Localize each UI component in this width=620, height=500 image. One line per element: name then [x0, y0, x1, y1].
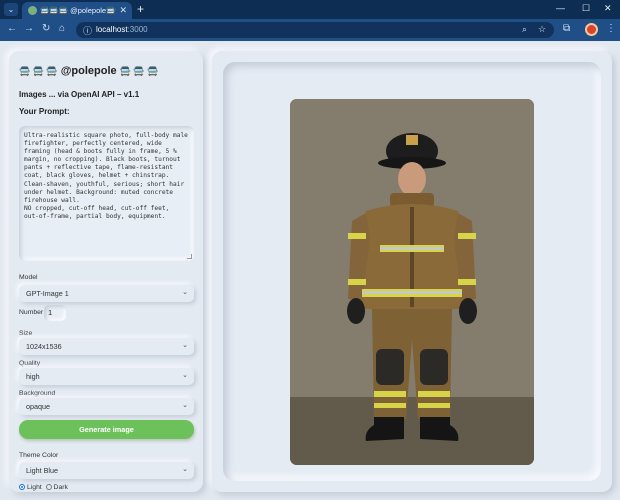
- browser-tab[interactable]: 🚍🚍🚍 @polepole🚍🚍🚍 ✕: [22, 2, 132, 19]
- image-frame: [223, 62, 601, 481]
- extensions-icon[interactable]: ⧉: [563, 23, 570, 34]
- page-viewport: 🚍 🚍 🚍 @polepole 🚍 🚍 🚍 Images ... via Ope…: [0, 41, 620, 500]
- address-bar: ← → ↻ ⌂ ⓘ localhost:3000 ⌕ ☆ ⧉ ⋮: [0, 19, 620, 41]
- firefighter-illustration: [290, 99, 534, 465]
- home-icon[interactable]: ⌂: [59, 23, 65, 34]
- maximize-icon[interactable]: ☐: [582, 3, 590, 14]
- new-tab-icon[interactable]: +: [137, 2, 144, 16]
- bookmark-star-icon[interactable]: ☆: [538, 24, 546, 35]
- chevron-down-icon: ⌄: [182, 372, 188, 379]
- car-icons-left: 🚍 🚍 🚍: [19, 66, 58, 76]
- reload-icon[interactable]: ↻: [42, 23, 50, 34]
- browser-menu-icon[interactable]: ⋮: [606, 23, 616, 34]
- url-text: localhost:3000: [96, 25, 148, 34]
- zoom-search-icon[interactable]: ⌕: [522, 24, 527, 35]
- brand-name: @polepole: [60, 65, 117, 77]
- model-value: GPT-Image 1: [26, 289, 69, 298]
- background-value: opaque: [26, 402, 50, 411]
- theme-mode-radios: Light Dark: [19, 484, 68, 491]
- minimize-icon[interactable]: —: [556, 3, 565, 13]
- number-input[interactable]: 1: [44, 305, 66, 321]
- tab-title: 🚍🚍🚍 @polepole🚍🚍🚍: [40, 6, 116, 15]
- tab-favicon-icon: [28, 6, 37, 15]
- profile-avatar[interactable]: [585, 23, 598, 36]
- background-label: Background: [19, 390, 56, 397]
- resize-handle-icon[interactable]: [187, 254, 192, 259]
- size-value: 1024x1536: [26, 342, 62, 351]
- model-label: Model: [19, 274, 38, 281]
- forward-icon[interactable]: →: [24, 23, 34, 34]
- app-subtitle: Images ... via OpenAI API – v1.1: [19, 90, 140, 99]
- quality-value: high: [26, 372, 40, 381]
- browser-titlebar: ⌄ 🚍🚍🚍 @polepole🚍🚍🚍 ✕ + — ☐ ✕: [0, 0, 620, 19]
- model-select[interactable]: GPT-Image 1 ⌄: [19, 285, 194, 302]
- chevron-down-icon: ⌄: [182, 466, 188, 473]
- brand-title: 🚍 🚍 🚍 @polepole 🚍 🚍 🚍: [19, 65, 158, 77]
- light-mode-label: Light: [27, 484, 42, 491]
- theme-color-select[interactable]: Light Blue ⌄: [19, 462, 194, 479]
- image-panel: [212, 51, 612, 492]
- size-label: Size: [19, 330, 33, 337]
- theme-color-label: Theme Color: [19, 452, 59, 459]
- url-field[interactable]: ⓘ localhost:3000 ⌕ ☆: [76, 22, 554, 38]
- dark-mode-radio[interactable]: [45, 484, 52, 490]
- car-icons-right: 🚍 🚍 🚍: [119, 66, 159, 76]
- site-info-icon[interactable]: ⓘ: [83, 24, 92, 37]
- chevron-down-icon: ⌄: [182, 402, 188, 409]
- chevron-down-icon: ⌄: [182, 342, 188, 349]
- tab-close-icon[interactable]: ✕: [119, 5, 127, 16]
- generated-image[interactable]: [290, 99, 534, 465]
- generate-image-button[interactable]: Generate image: [19, 420, 194, 439]
- quality-label: Quality: [19, 360, 41, 367]
- dark-mode-label: Dark: [53, 484, 68, 491]
- prompt-text: Ultra-realistic square photo, full-body …: [24, 132, 188, 220]
- light-mode-radio[interactable]: [19, 484, 25, 490]
- theme-color-value: Light Blue: [26, 466, 58, 475]
- prompt-textarea[interactable]: Ultra-realistic square photo, full-body …: [19, 126, 194, 261]
- chevron-down-icon: ⌄: [182, 289, 188, 296]
- prompt-label: Your Prompt:: [19, 107, 70, 116]
- number-label: Number: [19, 309, 44, 316]
- background-select[interactable]: opaque ⌄: [19, 398, 194, 415]
- close-window-icon[interactable]: ✕: [604, 3, 612, 14]
- size-select[interactable]: 1024x1536 ⌄: [19, 338, 194, 355]
- back-icon[interactable]: ←: [7, 23, 17, 34]
- tab-search-button[interactable]: ⌄: [4, 3, 18, 16]
- quality-select[interactable]: high ⌄: [19, 368, 194, 385]
- settings-sidebar: 🚍 🚍 🚍 @polepole 🚍 🚍 🚍 Images ... via Ope…: [9, 51, 203, 492]
